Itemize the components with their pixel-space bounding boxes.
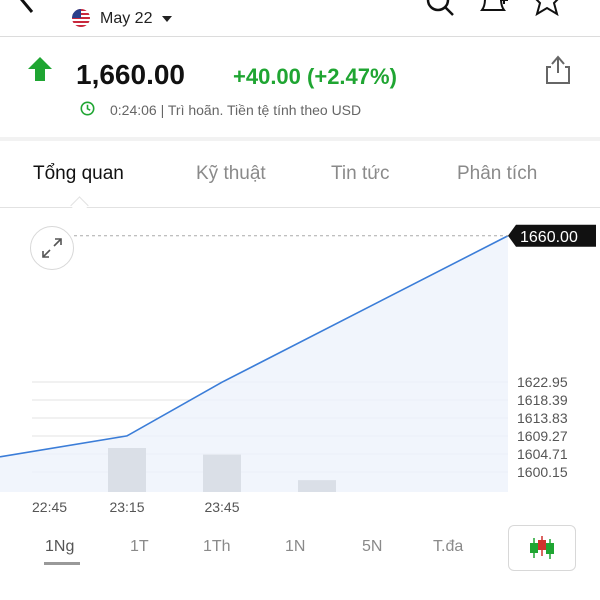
add-alert-icon[interactable]	[476, 0, 510, 20]
range-5year[interactable]: 5N	[362, 538, 382, 556]
y-tick-label: 1604.71	[517, 446, 568, 462]
tab-overview[interactable]: Tổng quan	[33, 163, 124, 185]
star-icon[interactable]	[530, 0, 564, 20]
range-1week[interactable]: 1T	[130, 538, 149, 556]
x-tick-label: 23:15	[109, 499, 144, 515]
clock-icon	[80, 101, 95, 116]
expand-chart-button[interactable]	[30, 226, 74, 270]
quote-summary: 1,660.00 +40.00 (+2.47%) 0:24:06 | Trì h…	[0, 37, 600, 137]
tab-bar: Tổng quan Kỹ thuật Tin tức Phân tích	[0, 141, 600, 208]
range-max[interactable]: T.đa	[433, 538, 463, 556]
y-tick-label: 1609.27	[517, 428, 568, 444]
last-price-label: 1660.00	[520, 229, 578, 246]
chevron-down-icon	[162, 16, 173, 22]
range-1day[interactable]: 1Ng	[45, 538, 74, 556]
y-tick-label: 1622.95	[517, 374, 568, 390]
active-range-underline	[44, 562, 80, 565]
search-icon[interactable]	[422, 0, 456, 20]
range-1year[interactable]: 1N	[285, 538, 305, 556]
y-tick-label: 1613.83	[517, 410, 568, 426]
y-tick-label: 1600.15	[517, 464, 568, 480]
delay-info: 0:24:06 | Trì hoãn. Tiền tệ tính theo US…	[110, 102, 362, 118]
date-label: May 22	[100, 10, 153, 27]
x-tick-label: 23:45	[204, 499, 239, 515]
price-chart[interactable]: 1622.95 1618.39 1613.83 1609.27 1604.71 1600.…	[0, 208, 600, 518]
x-tick-label: 22:45	[32, 499, 67, 515]
candlestick-icon	[530, 536, 554, 559]
price-change: +40.00 (+2.47%)	[233, 64, 397, 89]
us-flag-icon	[72, 9, 90, 27]
expand-icon	[42, 238, 62, 258]
tab-technical[interactable]: Kỹ thuật	[196, 163, 266, 185]
arrow-up-icon	[28, 57, 52, 81]
last-price: 1,660.00	[76, 59, 185, 90]
tab-news[interactable]: Tin tức	[331, 163, 389, 185]
candlestick-toggle-button[interactable]	[508, 525, 576, 571]
tab-analysis[interactable]: Phân tích	[457, 163, 537, 185]
back-icon[interactable]	[12, 0, 42, 16]
y-tick-label: 1618.39	[517, 392, 568, 408]
date-selector[interactable]: May 22	[100, 10, 173, 28]
top-bar: May 22	[0, 0, 600, 37]
range-1month[interactable]: 1Th	[203, 538, 231, 556]
share-icon[interactable]	[543, 53, 573, 85]
